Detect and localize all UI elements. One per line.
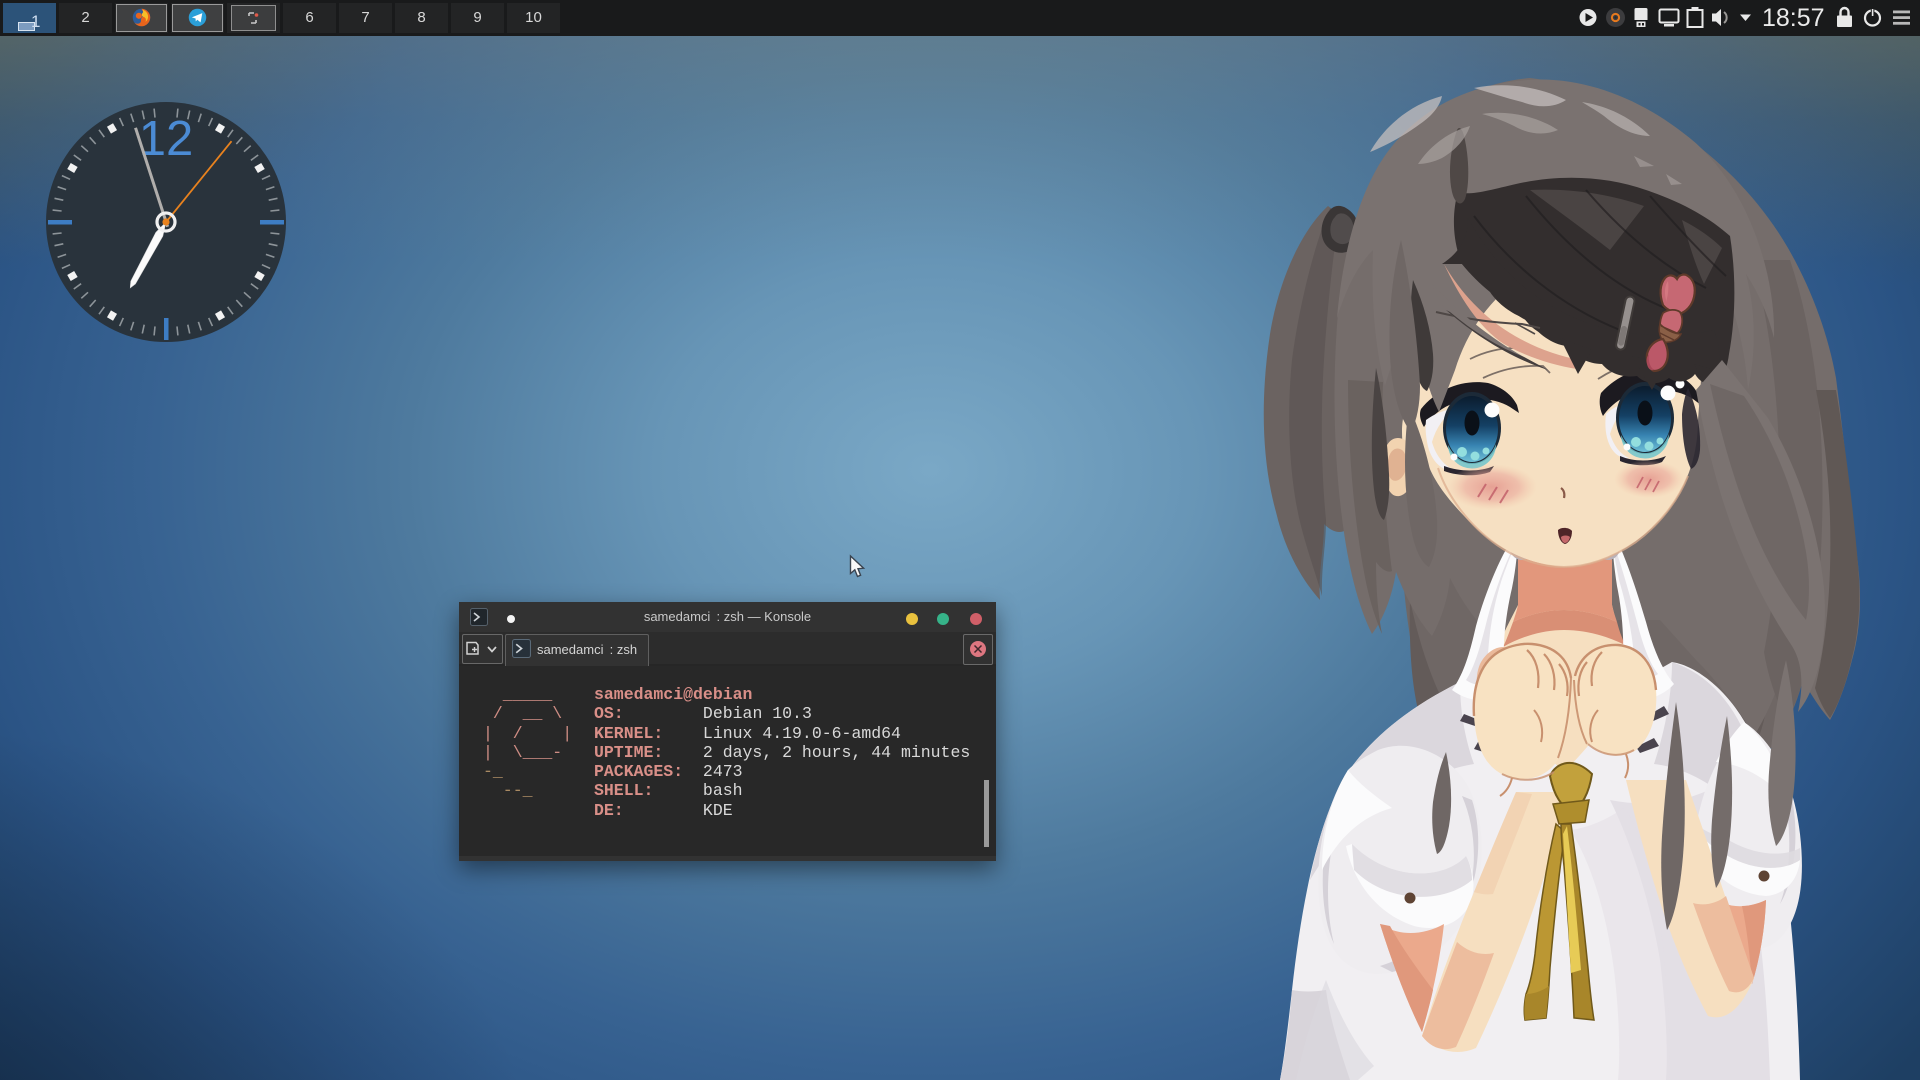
svg-text:1: 1 xyxy=(31,12,40,31)
svg-text:18:57: 18:57 xyxy=(1762,4,1825,32)
svg-text:12: 12 xyxy=(139,112,194,166)
